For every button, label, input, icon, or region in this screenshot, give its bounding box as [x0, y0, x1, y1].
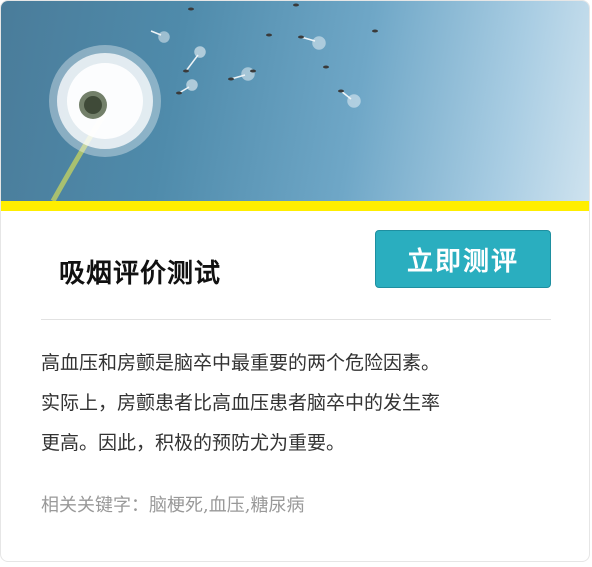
keywords-value: 脑梗死,血压,糖尿病 [149, 495, 305, 516]
keywords-label: 相关关键字： [41, 495, 149, 516]
description-line: 高血压和房颤是脑卒中最重要的两个危险因素。 [41, 352, 441, 374]
card-title: 吸烟评价测试 [59, 259, 222, 289]
test-card: 吸烟评价测试 立即测评 高血压和房颤是脑卒中最重要的两个危险因素。 实际上，房颤… [0, 0, 590, 562]
yellow-accent-bar [1, 201, 589, 211]
divider [41, 319, 551, 320]
card-description: 高血压和房颤是脑卒中最重要的两个危险因素。 实际上，房颤患者比高血压患者脑卒中的… [41, 343, 556, 463]
dandelion-hero-image [1, 1, 589, 201]
start-test-button[interactable]: 立即测评 [375, 230, 551, 288]
keywords-row: 相关关键字：脑梗死,血压,糖尿病 [41, 491, 304, 517]
dandelion-icon [49, 3, 378, 201]
description-line: 更高。因此，积极的预防尤为重要。 [41, 432, 346, 454]
description-line: 实际上，房颤患者比高血压患者脑卒中的发生率 [41, 392, 441, 414]
